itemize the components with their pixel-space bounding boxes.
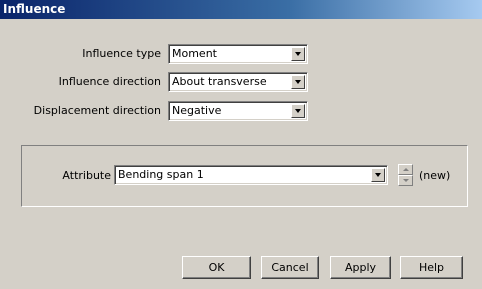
help-button[interactable]: Help [400,256,463,279]
displacement-direction-label: Displacement direction [33,104,161,117]
chevron-down-icon[interactable] [291,104,305,118]
chevron-down-icon[interactable] [291,47,305,61]
influence-type-label: Influence type [82,47,161,60]
ok-button[interactable]: OK [182,256,251,279]
attribute-new-label: (new) [419,169,451,182]
displacement-direction-value: Negative [172,104,222,117]
displacement-direction-select[interactable]: Negative [168,101,308,121]
cancel-button[interactable]: Cancel [261,256,319,279]
chevron-down-icon[interactable] [371,168,385,182]
attribute-label: Attribute [62,169,111,182]
attribute-spinner[interactable] [398,164,413,186]
spin-down-icon[interactable] [398,175,413,186]
window-title: Influence [3,2,66,16]
chevron-down-icon[interactable] [291,75,305,89]
influence-direction-value: About transverse [172,75,267,88]
attribute-select[interactable]: Bending span 1 [114,165,388,185]
influence-type-value: Moment [172,47,217,60]
influence-direction-select[interactable]: About transverse [168,72,308,92]
influence-type-select[interactable]: Moment [168,44,308,64]
influence-direction-label: Influence direction [58,75,161,88]
attribute-value: Bending span 1 [118,168,204,181]
title-bar: Influence [0,0,482,19]
apply-button[interactable]: Apply [330,256,391,279]
spin-up-icon[interactable] [398,164,413,175]
